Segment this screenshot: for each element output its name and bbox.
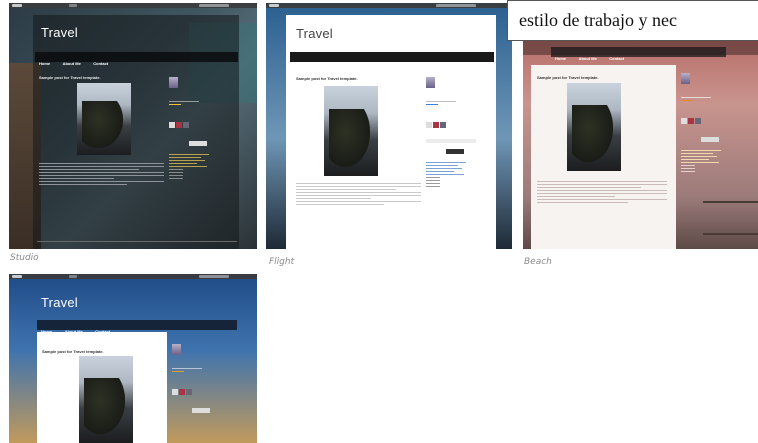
post-image: [324, 86, 378, 176]
nav-about-me[interactable]: About Me: [63, 59, 81, 69]
blog-nav: Home About Me Contact: [37, 320, 237, 334]
post-image: [567, 83, 621, 171]
nav-contact[interactable]: Contact: [348, 59, 363, 69]
template-label-flight: Flight: [269, 257, 295, 267]
blog-archive-links: [169, 154, 229, 179]
post-body-text: [39, 163, 164, 187]
post-title: Sample post for Travel template.: [39, 75, 101, 80]
template-thumbnail-beach[interactable]: Home About Me Contact Sample post for Tr…: [523, 41, 758, 249]
nav-contact[interactable]: Contact: [609, 54, 624, 64]
blog-title: Travel: [41, 25, 78, 40]
template-label-beach: Beach: [524, 257, 552, 267]
nav-about-me[interactable]: About Me: [318, 59, 336, 69]
followers-pictures: [426, 115, 486, 133]
sidebar: [426, 71, 486, 241]
callout-box: estilo de trabajo y nec: [507, 0, 758, 41]
template-label-studio: Studio: [10, 253, 39, 263]
blog-nav: Home About Me Contact: [35, 52, 238, 66]
footer-divider: [37, 241, 237, 242]
blog-title: Travel: [41, 295, 78, 310]
template-thumbnail-flight[interactable]: Travel Home About Me Contact Sample post…: [266, 3, 512, 249]
nav-home[interactable]: Home: [555, 54, 566, 64]
avatar: [681, 73, 690, 84]
blog-nav: Home About Me Contact: [290, 52, 494, 66]
avatar: [426, 77, 435, 88]
browser-bar: [9, 274, 257, 279]
template-thumbnail-studio[interactable]: Travel Home About Me Contact Sample post…: [9, 3, 257, 249]
view-stats-counter: [446, 149, 464, 154]
search-box[interactable]: [426, 139, 476, 143]
fence-decoration: [703, 201, 758, 235]
followers-pictures: [172, 382, 232, 400]
nav-home[interactable]: Home: [39, 59, 50, 69]
browser-bar: [9, 3, 257, 8]
post-title: Sample post for Travel template.: [537, 75, 599, 80]
followers-pictures: [169, 115, 229, 133]
post-image: [77, 83, 131, 155]
post-body-text: [296, 183, 421, 207]
blog-nav: Home About Me Contact: [551, 47, 726, 61]
view-stats-counter: [701, 137, 719, 142]
post-title: Sample post for Travel template.: [296, 76, 358, 81]
nav-contact[interactable]: Contact: [93, 59, 108, 69]
template-thumbnail-fourth[interactable]: Travel Home About Me Contact Sample post…: [9, 274, 257, 443]
sidebar: [169, 71, 229, 241]
sidebar: [172, 338, 232, 443]
blog-archive-links: [426, 162, 486, 187]
post-title: Sample post for Travel template.: [42, 349, 104, 354]
avatar: [169, 77, 178, 88]
nav-about-me[interactable]: About Me: [579, 54, 597, 64]
avatar: [172, 344, 181, 355]
blog-title: Travel: [296, 26, 333, 41]
followers-pictures: [681, 111, 743, 129]
view-stats-counter: [192, 408, 210, 413]
browser-bar: [266, 3, 512, 8]
nav-home[interactable]: Home: [294, 59, 305, 69]
post-image: [79, 356, 133, 443]
post-body-text: [537, 181, 667, 205]
view-stats-counter: [189, 141, 207, 146]
blog-archive-links: [681, 150, 743, 172]
